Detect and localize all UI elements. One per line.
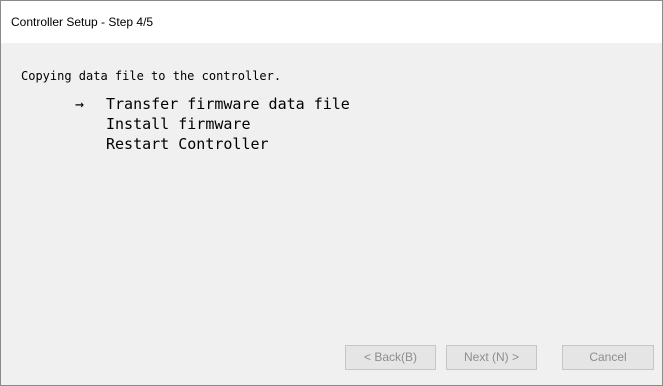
back-button[interactable]: < Back(B) xyxy=(345,345,436,370)
status-message: Copying data file to the controller. xyxy=(21,69,282,83)
window-title: Controller Setup - Step 4/5 xyxy=(11,15,154,29)
wizard-content: Copying data file to the controller. → T… xyxy=(1,43,662,385)
step-transfer-firmware: Transfer firmware data file xyxy=(106,95,350,113)
cancel-button[interactable]: Cancel xyxy=(562,345,654,370)
current-step-arrow-icon: → xyxy=(75,95,85,113)
step-install-firmware: Install firmware xyxy=(106,115,251,133)
title-bar[interactable]: Controller Setup - Step 4/5 xyxy=(1,1,662,43)
next-button[interactable]: Next (N) > xyxy=(446,345,537,370)
step-restart-controller: Restart Controller xyxy=(106,135,269,153)
setup-window: Controller Setup - Step 4/5 Copying data… xyxy=(0,0,663,386)
